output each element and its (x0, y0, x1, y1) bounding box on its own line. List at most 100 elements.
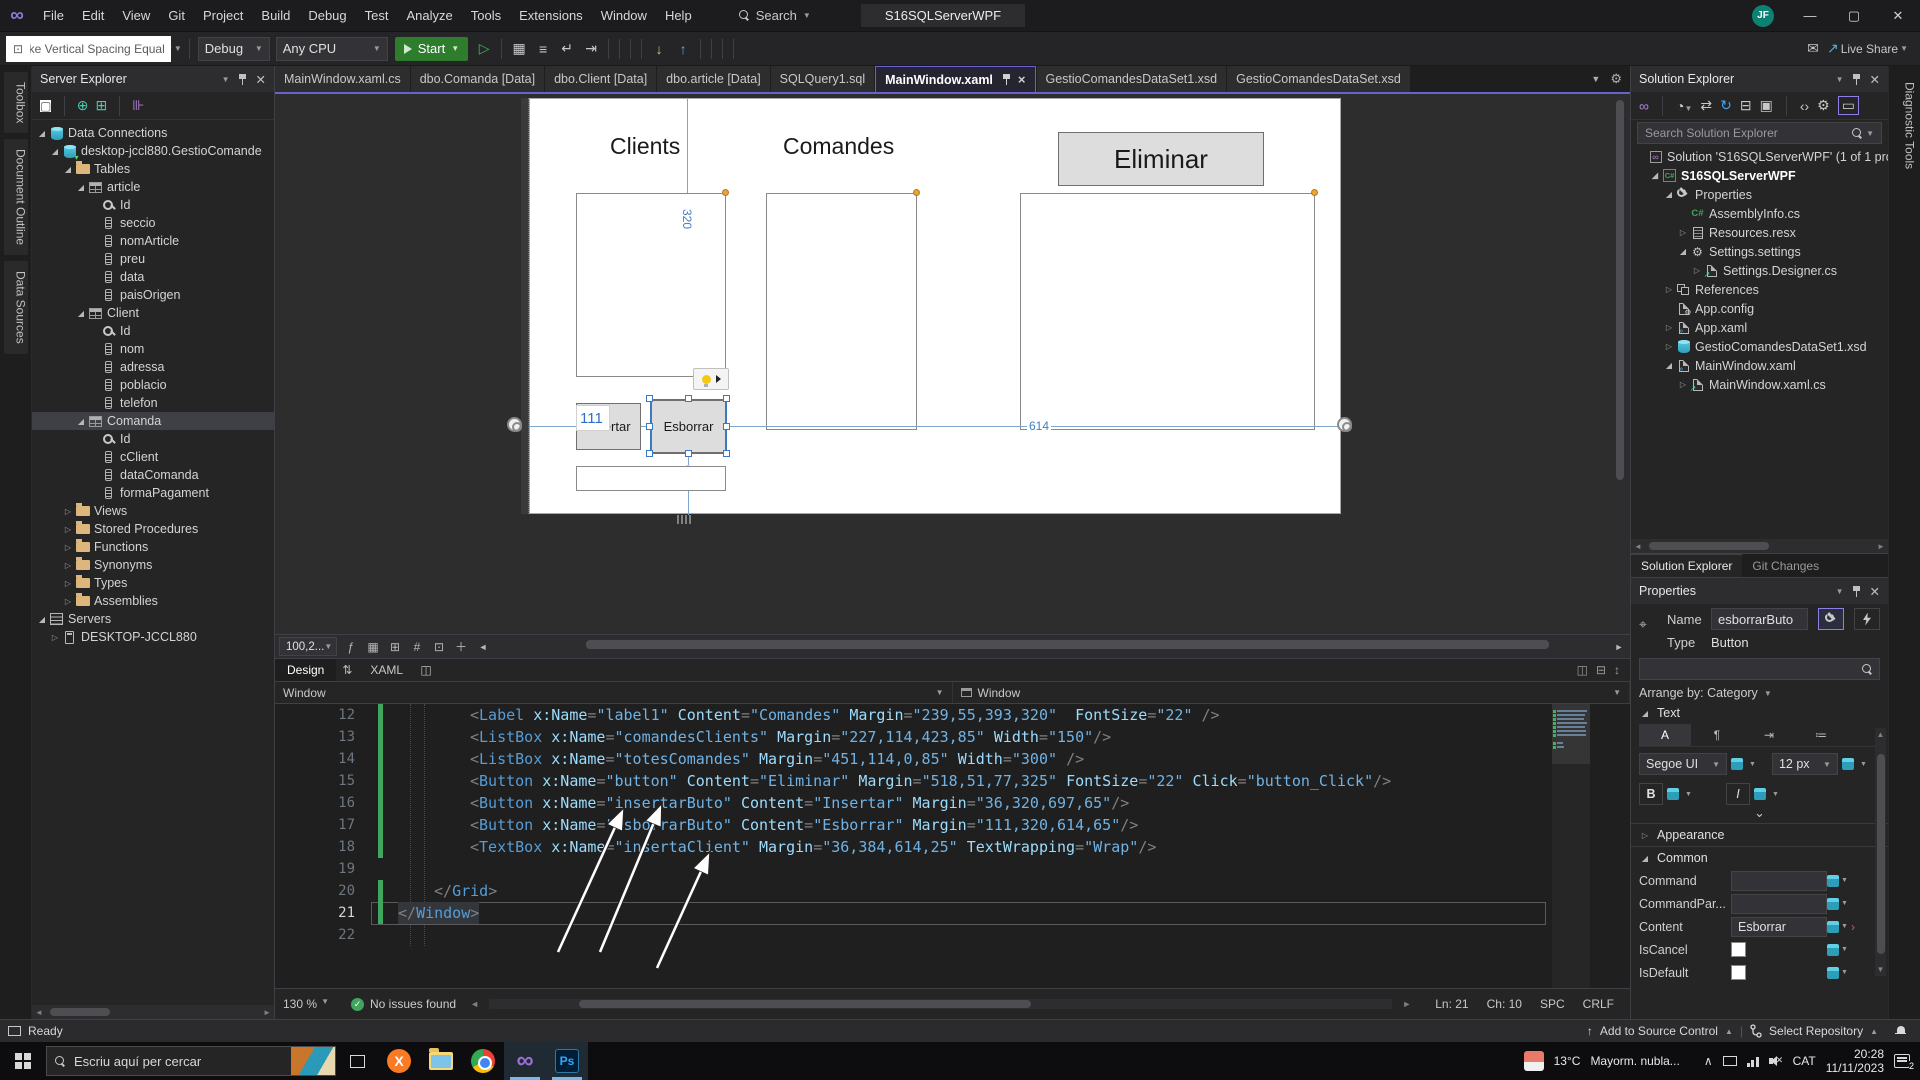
resize-handle[interactable] (646, 423, 653, 430)
inserta-client-textbox[interactable] (576, 466, 726, 491)
tree-item-paisorigen[interactable]: paisOrigen (32, 286, 274, 304)
weather-desc[interactable]: Mayorm. nubla... (1590, 1054, 1679, 1068)
resize-handle[interactable] (685, 395, 692, 402)
live-share-button[interactable]: ↗ Live Share ▼ (1825, 36, 1910, 62)
connect-to-database-icon[interactable]: ⊕ (77, 97, 89, 114)
scroll-right-icon[interactable]: ► (1402, 999, 1411, 1009)
menu-git[interactable]: Git (159, 0, 194, 31)
language-indicator[interactable]: CAT (1793, 1054, 1816, 1068)
section-common[interactable]: ◢ Common (1631, 847, 1888, 869)
font-brush-icon[interactable] (1731, 758, 1743, 770)
tab-dbo-comanda-data-[interactable]: dbo.Comanda [Data] (410, 66, 545, 92)
italic-button[interactable]: I (1725, 783, 1750, 805)
solution-item-app-config[interactable]: App.config (1631, 299, 1888, 318)
menu-debug[interactable]: Debug (299, 0, 355, 31)
font-size-combo[interactable]: 12 px ▼ (1771, 753, 1838, 775)
tree-item-nomarticle[interactable]: nomArticle (32, 232, 274, 250)
search-button[interactable]: Search ▼ (729, 5, 821, 26)
arrange-by-dropdown[interactable]: Arrange by: Category ▼ (1631, 684, 1888, 702)
collapse-all-icon[interactable]: ⊟ (1740, 97, 1752, 114)
solution-item-s16sqlserverwpf[interactable]: ◢ C# S16SQLServerWPF (1631, 166, 1888, 185)
chevron-collapsed-icon[interactable]: ▷ (1663, 285, 1675, 294)
solution-item-mainwindow-xaml[interactable]: ◢ MainWindow.xaml (1631, 356, 1888, 375)
close-panel-icon[interactable]: ✕ (1870, 584, 1880, 599)
panel-tab-git-changes[interactable]: Git Changes (1742, 554, 1829, 577)
tab-mainwindow-xaml[interactable]: MainWindow.xaml × (875, 66, 1036, 92)
tab-data-sources[interactable]: Data Sources (3, 261, 28, 355)
font-tab-paragraph[interactable]: ¶ (1691, 724, 1743, 746)
margin-edit-box[interactable]: 111 (576, 405, 610, 431)
menu-project[interactable]: Project (194, 0, 252, 31)
tray-expand-chevron-icon[interactable]: ∧ (1704, 1054, 1713, 1068)
tab-list-chevron-icon[interactable]: ▼ (1591, 74, 1600, 84)
menu-window[interactable]: Window (592, 0, 656, 31)
volume-muted-icon[interactable] (1768, 1055, 1783, 1067)
chevron-collapsed-icon[interactable]: ▷ (49, 633, 61, 642)
comandes-label[interactable]: Comandes (783, 133, 894, 160)
wrench-icon[interactable]: ⚙ (1817, 97, 1830, 114)
send-feedback-button[interactable]: ✉ (1801, 36, 1825, 62)
menu-file[interactable]: File (34, 0, 73, 31)
action-center-icon[interactable]: 2 (1894, 1054, 1914, 1071)
code-line-21[interactable]: 21 </Window> (275, 902, 1630, 925)
pending-changes-filter-icon[interactable]: ◔▼ (1676, 98, 1692, 114)
view-code-icon[interactable]: ‹› (1800, 98, 1809, 114)
brush-icon[interactable] (1827, 943, 1839, 956)
toolbar-download-data-button[interactable]: ↓ (647, 36, 671, 62)
brush-icon[interactable] (1827, 874, 1839, 887)
menu-test[interactable]: Test (356, 0, 398, 31)
select-repository-button[interactable]: Select Repository (1769, 1024, 1863, 1038)
tree-item-assemblies[interactable]: ▷ Assemblies (32, 592, 274, 610)
font-tab-list[interactable]: ≔ (1795, 724, 1847, 746)
tab-xaml[interactable]: XAML (358, 659, 415, 681)
menu-analyze[interactable]: Analyze (397, 0, 461, 31)
section-appearance[interactable]: ▷ Appearance (1631, 823, 1888, 847)
element-dropdown[interactable]: Window ▼ (953, 682, 1630, 703)
code-line-17[interactable]: 17 <Button x:Name="esborrarButo" Content=… (275, 814, 1630, 836)
editor-hscrollbar[interactable] (488, 999, 1393, 1009)
chevron-expanded-icon[interactable]: ◢ (75, 309, 87, 318)
resize-handle[interactable] (646, 395, 653, 402)
window-position-chevron-icon[interactable]: ▼ (1836, 75, 1844, 84)
tree-item-client[interactable]: ◢ Client (32, 304, 274, 322)
solution-explorer-hscrollbar[interactable]: ◄ ► (1631, 539, 1888, 553)
solution-item-solution-s16sqlserverwpf-1-of-1-project-[interactable]: ∞ Solution 'S16SQLServerWPF' (1 of 1 proj… (1631, 147, 1888, 166)
solution-item-mainwindow-xaml-cs[interactable]: ▷ MainWindow.xaml.cs (1631, 375, 1888, 394)
tree-item-datacomanda[interactable]: dataComanda (32, 466, 274, 484)
checkbox-isdefault[interactable] (1731, 965, 1746, 980)
toolbar-upload-data-button[interactable]: ↑ (671, 36, 695, 62)
solution-item-properties[interactable]: ◢ Properties (1631, 185, 1888, 204)
toolbar-debug_config-combo[interactable]: Debug ▼ (197, 36, 270, 61)
eol-indicator[interactable]: CRLF (1583, 997, 1614, 1011)
window-position-chevron-icon[interactable]: ▼ (1836, 587, 1844, 596)
tab-gestiocomandesdataset1-xsd[interactable]: GestioComandesDataSet1.xsd (1036, 66, 1227, 92)
chevron-expanded-icon[interactable]: ◢ (36, 129, 48, 138)
code-line-15[interactable]: 15 <Button x:Name="button" Content="Elimi… (275, 770, 1630, 792)
avatar[interactable]: JF (1752, 4, 1774, 27)
chevron-expanded-icon[interactable]: ◢ (75, 417, 87, 426)
brush-icon[interactable] (1827, 920, 1839, 933)
horizontal-split-icon[interactable]: ⊟ (1596, 663, 1606, 677)
auto-hide-structure-icon[interactable]: ⊪ (132, 97, 144, 114)
canvas-resize-grip[interactable] (677, 515, 691, 524)
chevron-expanded-icon[interactable]: ◢ (1663, 361, 1675, 370)
toolbar-display-members-button[interactable]: ≡ (531, 36, 555, 62)
network-icon[interactable] (1746, 1055, 1759, 1067)
minimize-button[interactable]: — (1788, 0, 1832, 32)
tree-item-data-connections[interactable]: ◢ Data Connections (32, 124, 274, 142)
window-position-chevron-icon[interactable]: ▼ (222, 75, 230, 84)
tab-options-gear-icon[interactable]: ⚙ (1610, 71, 1622, 87)
tree-item-data[interactable]: data (32, 268, 274, 286)
xaml-code-editor[interactable]: 12 <Label x:Name="label1" Content="Comand… (275, 704, 1630, 988)
totes-comandes-listbox[interactable] (766, 193, 917, 430)
menu-build[interactable]: Build (252, 0, 299, 31)
tree-item-views[interactable]: ▷ Views (32, 502, 274, 520)
resize-handle[interactable] (723, 423, 730, 430)
eliminar-button[interactable]: Eliminar (1058, 132, 1264, 186)
designer-vscrollbar[interactable] (1614, 94, 1626, 634)
show-all-files-icon[interactable]: ▭ (1837, 96, 1859, 115)
toolbar-platform-combo[interactable]: Any CPU ▼ (275, 36, 388, 61)
tab-gestiocomandesdataset-xsd[interactable]: GestioComandesDataSet.xsd (1227, 66, 1410, 92)
tree-item-telefon[interactable]: telefon (32, 394, 274, 412)
solution-item-assemblyinfo-cs[interactable]: C# AssemblyInfo.cs (1631, 204, 1888, 223)
